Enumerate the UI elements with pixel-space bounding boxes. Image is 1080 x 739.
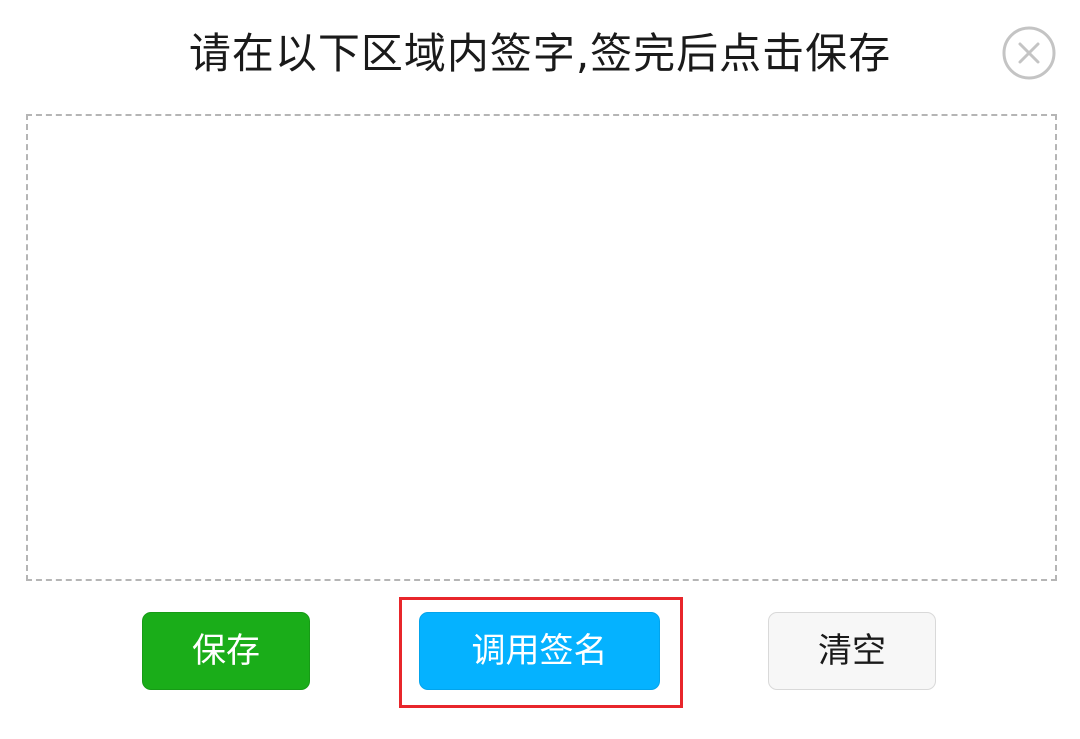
dialog-title: 请在以下区域内签字,签完后点击保存 xyxy=(188,29,892,78)
signature-dialog: 请在以下区域内签字,签完后点击保存 保存 调用签名 清空 xyxy=(0,0,1080,739)
close-button[interactable] xyxy=(1001,25,1057,81)
close-circle-icon xyxy=(1002,26,1056,80)
save-button[interactable]: 保存 xyxy=(142,612,310,690)
invoke-signature-button[interactable]: 调用签名 xyxy=(419,612,660,690)
signature-canvas[interactable] xyxy=(26,114,1057,581)
clear-button[interactable]: 清空 xyxy=(768,612,936,690)
